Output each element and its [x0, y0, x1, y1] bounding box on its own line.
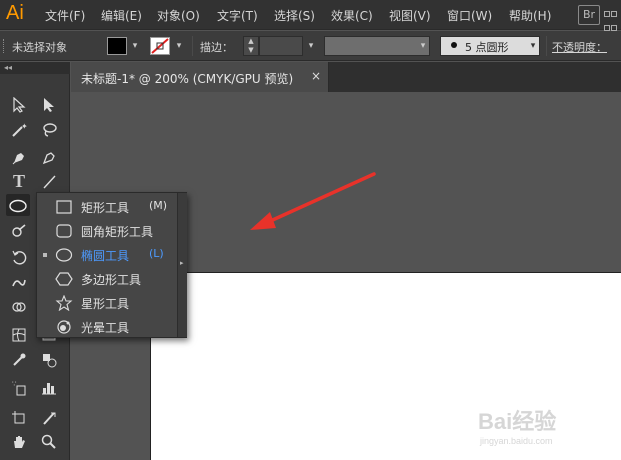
- star-icon: [55, 295, 73, 311]
- selection-status: 未选择对象: [12, 41, 67, 54]
- profile-dropdown-icon[interactable]: ▾: [416, 37, 430, 55]
- opacity-label[interactable]: 不透明度：: [552, 39, 607, 55]
- app-logo: Ai: [6, 2, 24, 24]
- mesh-tool-icon[interactable]: [7, 323, 31, 345]
- type-tool-icon[interactable]: T: [7, 170, 31, 192]
- zoom-tool-icon[interactable]: [37, 430, 61, 452]
- rectangle-icon: [56, 200, 72, 214]
- warp-tool-icon[interactable]: [7, 270, 31, 292]
- stroke-dropdown-icon[interactable]: ▾: [172, 37, 186, 55]
- column-graph-tool-icon[interactable]: [37, 376, 61, 398]
- annotation-arrow-icon: [250, 172, 376, 230]
- tools-panel-collapse[interactable]: ◂◂: [0, 62, 70, 74]
- slice-tool-icon[interactable]: [37, 406, 61, 428]
- flyout-item-label: 光晕工具: [81, 321, 130, 335]
- document-tab[interactable]: 未标题-1* @ 200% (CMYK/GPU 预览) ×: [71, 62, 329, 92]
- hand-tool-icon[interactable]: [7, 430, 31, 452]
- flyout-item-label: 圆角矩形工具: [81, 225, 154, 239]
- menu-type[interactable]: 文字(T): [217, 7, 258, 24]
- close-tab-icon[interactable]: ×: [311, 69, 321, 83]
- workspace-grid-icon[interactable]: [604, 7, 620, 31]
- separator: [546, 36, 547, 56]
- flyout-item-shortcut: (M): [149, 199, 168, 212]
- flyout-item-rectangle[interactable]: 矩形工具 (M): [37, 195, 177, 219]
- menu-effect[interactable]: 效果(C): [331, 7, 373, 24]
- menu-edit[interactable]: 编辑(E): [101, 7, 142, 24]
- menu-view[interactable]: 视图(V): [389, 7, 431, 24]
- watermark-brand: Bai经验: [478, 409, 557, 434]
- menu-help[interactable]: 帮助(H): [509, 7, 551, 24]
- panel-grip-icon: [3, 39, 5, 53]
- flyout-item-flare[interactable]: 光晕工具: [37, 315, 177, 339]
- control-bar: 未选择对象 ▾ ▾ 描边： ▲ ▼ ▾ ▾ 5 点圆形 ▾ 不透明度：: [0, 31, 621, 61]
- brush-value: 5 点圆形: [465, 41, 509, 54]
- svg-text:∵: ∵: [12, 380, 17, 388]
- tearoff-strip[interactable]: ▸: [177, 193, 187, 337]
- none-stroke-icon: [151, 38, 169, 54]
- artboard-tool-icon[interactable]: [7, 406, 31, 428]
- flare-icon: [57, 320, 71, 334]
- svg-text:✦: ✦: [21, 122, 27, 131]
- ellipse-tool-icon[interactable]: [6, 194, 30, 216]
- menu-bar: Ai 文件(F) 编辑(E) 对象(O) 文字(T) 选择(S) 效果(C) 视…: [0, 0, 621, 31]
- menu-object[interactable]: 对象(O): [157, 7, 200, 24]
- stroke-label[interactable]: 描边：: [200, 39, 233, 55]
- fill-swatch[interactable]: [107, 37, 127, 55]
- selected-bullet-icon: [43, 253, 47, 257]
- rounded-rectangle-icon: [56, 224, 72, 238]
- document-tab-label: 未标题-1* @ 200% (CMYK/GPU 预览): [81, 72, 294, 86]
- brush-definition[interactable]: 5 点圆形: [440, 36, 540, 56]
- stroke-weight-dropdown-icon[interactable]: ▾: [304, 37, 318, 55]
- flyout-item-polygon[interactable]: 多边形工具: [37, 267, 177, 291]
- line-segment-tool-icon[interactable]: [37, 170, 61, 192]
- separator: [192, 36, 193, 56]
- fill-dropdown-icon[interactable]: ▾: [128, 37, 142, 55]
- direct-selection-tool-icon[interactable]: [37, 93, 61, 115]
- variable-width-profile[interactable]: [324, 36, 430, 56]
- bridge-icon[interactable]: Br: [578, 5, 600, 25]
- paintbrush-tool-icon[interactable]: [7, 219, 31, 241]
- flyout-item-ellipse[interactable]: 椭圆工具 (L): [37, 243, 177, 267]
- shape-builder-tool-icon[interactable]: [7, 295, 31, 317]
- menu-window[interactable]: 窗口(W): [447, 7, 492, 24]
- watermark: Bai经验 jingyan.baidu.com: [478, 404, 588, 448]
- flyout-item-label: 矩形工具: [81, 201, 130, 215]
- selection-tool-icon[interactable]: [7, 93, 31, 115]
- shape-tools-flyout: 矩形工具 (M) 圆角矩形工具 椭圆工具 (L) 多边形工具 星形工具 光晕工具…: [36, 192, 187, 338]
- stroke-swatch[interactable]: [150, 37, 170, 55]
- ellipse-icon: [55, 248, 73, 262]
- brush-dot-icon: [451, 42, 457, 48]
- flyout-item-label: 椭圆工具: [81, 249, 130, 263]
- flyout-item-label: 星形工具: [81, 297, 130, 311]
- curvature-tool-icon[interactable]: [37, 146, 61, 168]
- stroke-stepper[interactable]: ▲ ▼: [243, 36, 259, 56]
- menu-select[interactable]: 选择(S): [274, 7, 315, 24]
- watermark-url: jingyan.baidu.com: [480, 436, 553, 446]
- eyedropper-tool-icon[interactable]: [7, 348, 31, 370]
- polygon-icon: [55, 272, 73, 286]
- brush-dropdown-icon[interactable]: ▾: [526, 37, 540, 55]
- lasso-tool-icon[interactable]: [37, 118, 61, 140]
- symbol-sprayer-tool-icon[interactable]: ∵: [7, 376, 31, 398]
- flyout-item-shortcut: (L): [149, 247, 164, 260]
- tearoff-arrow-icon: ▸: [180, 259, 184, 267]
- menu-file[interactable]: 文件(F): [45, 7, 85, 24]
- rotate-tool-icon[interactable]: [7, 245, 31, 267]
- stroke-weight-input[interactable]: [259, 36, 303, 56]
- blend-tool-icon[interactable]: [37, 348, 61, 370]
- flyout-item-label: 多边形工具: [81, 273, 142, 287]
- flyout-item-rounded-rectangle[interactable]: 圆角矩形工具: [37, 219, 177, 243]
- pen-tool-icon[interactable]: [7, 146, 31, 168]
- magic-wand-tool-icon[interactable]: ✦: [7, 118, 31, 140]
- flyout-item-star[interactable]: 星形工具: [37, 291, 177, 315]
